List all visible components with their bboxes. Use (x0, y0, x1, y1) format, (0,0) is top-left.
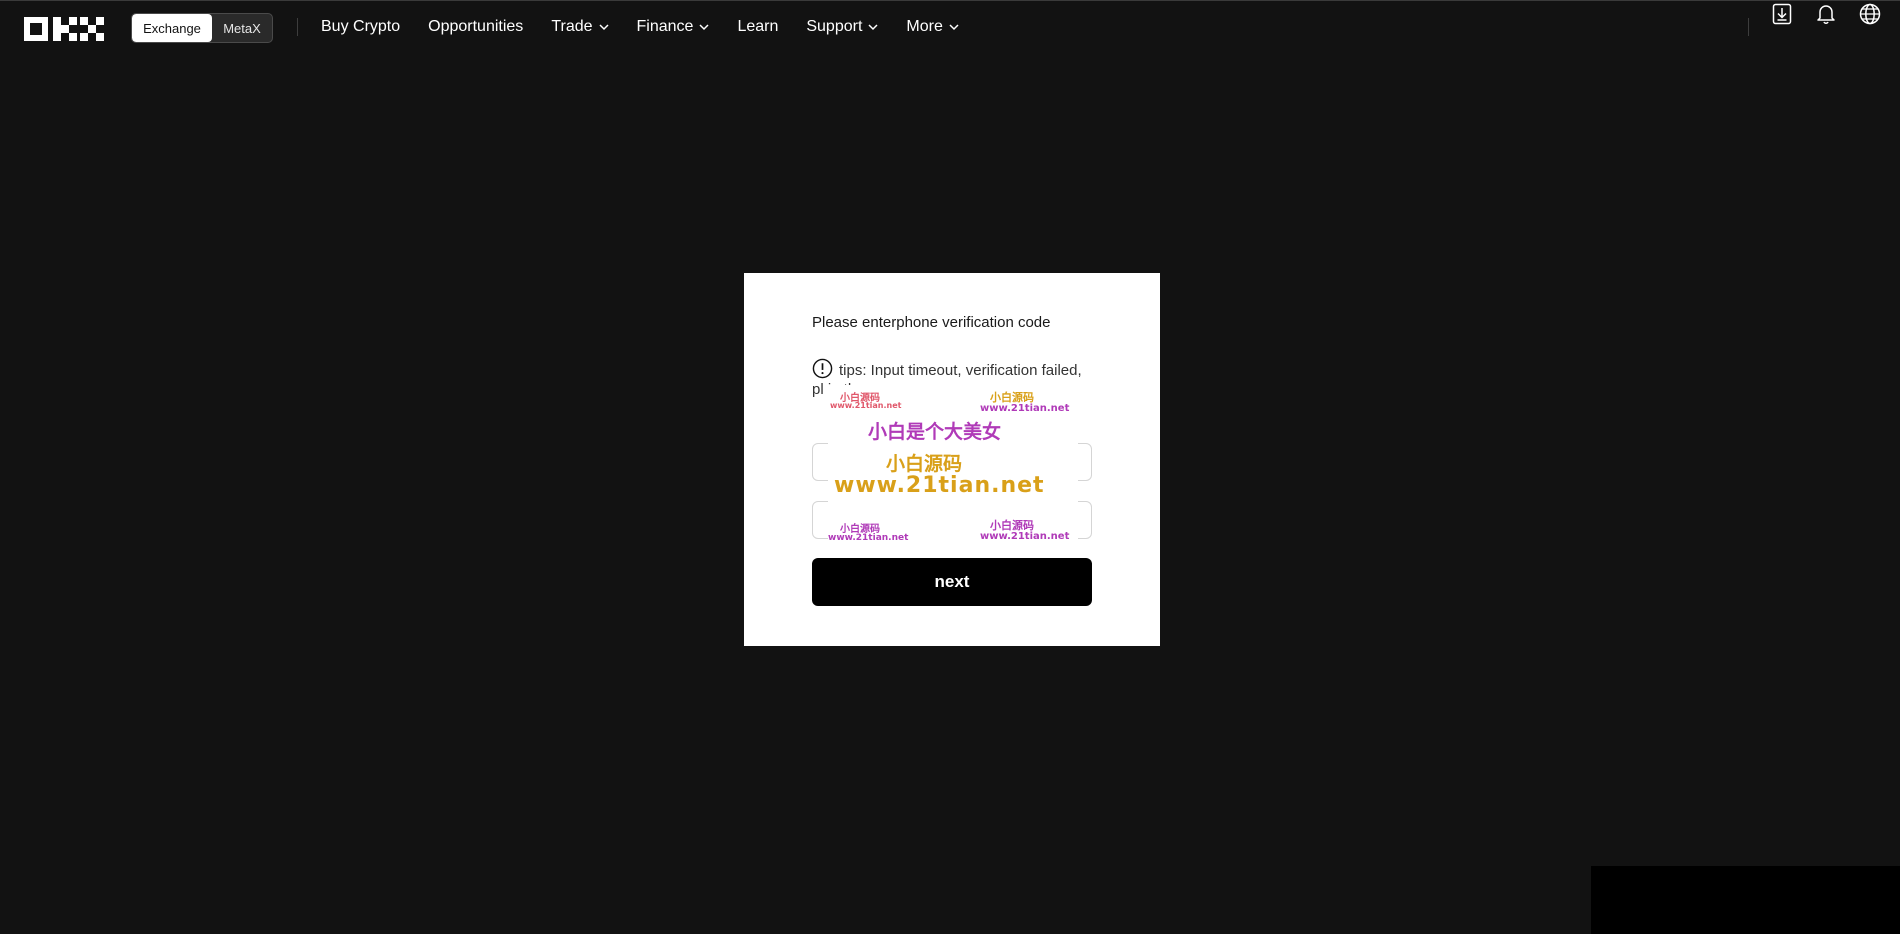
nav-item-opportunities[interactable]: Opportunities (428, 15, 523, 39)
globe-icon[interactable] (1857, 1, 1883, 27)
nav-menu: Buy Crypto Opportunities Trade Finance L… (321, 15, 959, 39)
nav-item-more[interactable]: More (906, 15, 959, 39)
top-nav: Exchange MetaX Buy Crypto Opportunities … (0, 1, 1900, 51)
exchange-metax-toggle: Exchange MetaX (131, 13, 273, 43)
nav-divider (297, 18, 298, 36)
okx-logo[interactable] (24, 17, 104, 41)
watermark-small-url-1: www.21tian.net (830, 401, 902, 410)
nav-item-trade[interactable]: Trade (551, 15, 609, 39)
tips-text-block: tips: Input timeout, verification failed… (812, 358, 1094, 399)
second-code-input[interactable] (812, 501, 1092, 539)
chevron-down-icon (699, 24, 709, 31)
alert-circle-icon (812, 358, 833, 379)
watermark-main-line: 小白是个大美女 (868, 421, 1002, 443)
verification-card: Please enterphone verification code tips… (744, 273, 1160, 646)
watermark-small-url-2: www.21tian.net (980, 403, 1070, 414)
card-title: Please enterphone verification code (812, 314, 1051, 331)
nav-item-learn[interactable]: Learn (737, 15, 778, 39)
chevron-down-icon (598, 24, 609, 31)
nav-item-buy-crypto[interactable]: Buy Crypto (321, 15, 400, 39)
metax-tab[interactable]: MetaX (212, 14, 272, 42)
bell-icon[interactable] (1813, 1, 1839, 27)
nav-divider-right (1748, 18, 1749, 36)
chevron-down-icon (949, 24, 959, 31)
tips-text: tips: Input timeout, verification failed… (812, 362, 1082, 398)
verification-code-input[interactable] (812, 443, 1092, 481)
nav-item-support[interactable]: Support (806, 15, 878, 39)
download-icon[interactable] (1769, 1, 1795, 27)
bottom-right-block (1591, 866, 1900, 934)
nav-item-finance[interactable]: Finance (637, 15, 710, 39)
chevron-down-icon (868, 24, 878, 31)
exchange-tab[interactable]: Exchange (132, 14, 212, 42)
next-button[interactable]: next (812, 558, 1092, 606)
